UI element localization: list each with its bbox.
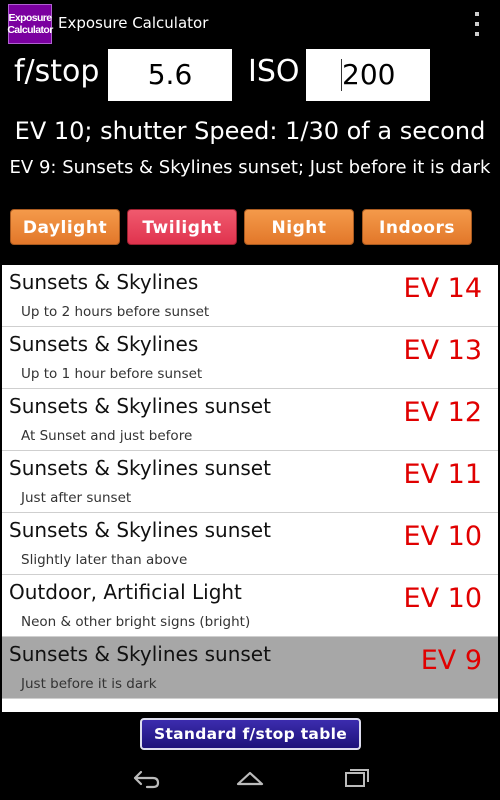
scene-title: Sunsets & Skylines sunset [9, 456, 271, 480]
scene-ev: EV 12 [403, 397, 482, 428]
scene-subtitle: Just after sunset [21, 490, 132, 506]
scene-title: Outdoor, Artificial Light [9, 580, 242, 604]
scene-ev: EV 9 [420, 645, 482, 676]
iso-value: 200 [342, 58, 396, 91]
list-item[interactable]: Sunsets & Skylines Up to 1 hour before s… [2, 327, 498, 389]
scene-subtitle: Up to 2 hours before sunset [21, 304, 210, 320]
scene-title: Sunsets & Skylines sunset [9, 394, 271, 418]
list-item[interactable]: Sunsets & Skylines sunset Slightly later… [2, 513, 498, 575]
back-icon[interactable] [125, 764, 165, 792]
overflow-dot [475, 22, 479, 26]
list-item[interactable]: Sunsets & Skylines Up to 2 hours before … [2, 265, 498, 327]
list-item-selected[interactable]: Sunsets & Skylines sunset Just before it… [2, 637, 498, 699]
app-title: Exposure Calculator [58, 14, 209, 32]
home-icon[interactable] [230, 764, 270, 792]
scene-ev: EV 10 [403, 521, 482, 552]
standard-fstop-table-button[interactable]: Standard f/stop table [140, 718, 361, 750]
app-logo-line2: Calculator [7, 24, 53, 36]
daylight-button[interactable]: Daylight [10, 209, 120, 245]
iso-label: ISO [248, 54, 300, 89]
fstop-input[interactable]: 5.6 [108, 49, 232, 101]
indoors-button[interactable]: Indoors [362, 209, 472, 245]
overflow-dot [475, 32, 479, 36]
overflow-dot [475, 12, 479, 16]
scene-subtitle: Just before it is dark [21, 676, 157, 692]
action-bar: Exposure Calculator Exposure Calculator [0, 0, 500, 48]
scene-title: Sunsets & Skylines sunset [9, 642, 271, 666]
scene-subtitle: Up to 1 hour before sunset [21, 366, 203, 382]
app-logo-icon: Exposure Calculator [7, 4, 53, 44]
scene-result-text: EV 9: Sunsets & Skylines sunset; Just be… [9, 157, 491, 178]
list-item[interactable]: Sunsets & Skylines sunset At Sunset and … [2, 389, 498, 451]
night-button[interactable]: Night [244, 209, 354, 245]
scene-ev: EV 14 [403, 273, 482, 304]
scene-subtitle: Slightly later than above [21, 552, 188, 568]
recent-apps-icon[interactable] [336, 764, 376, 792]
iso-input[interactable]: 200 [306, 49, 430, 101]
list-item[interactable]: Sunsets & Skylines sunset Just after sun… [2, 451, 498, 513]
scene-ev: EV 11 [403, 459, 482, 490]
scene-subtitle: At Sunset and just before [21, 428, 193, 444]
ev-result-text: EV 10; shutter Speed: 1/30 of a second [14, 117, 486, 145]
scene-ev: EV 10 [403, 583, 482, 614]
list-item-partial[interactable] [2, 699, 498, 712]
scene-list[interactable]: Sunsets & Skylines Up to 2 hours before … [2, 265, 498, 712]
scene-title: Sunsets & Skylines [9, 332, 199, 356]
scene-ev: EV 13 [403, 335, 482, 366]
twilight-button[interactable]: Twilight [127, 209, 237, 245]
text-caret [341, 59, 342, 91]
system-nav-bar [0, 756, 500, 800]
fstop-label: f/stop [14, 54, 100, 89]
overflow-menu-icon[interactable] [472, 12, 482, 36]
app-logo-line1: Exposure [8, 12, 52, 24]
list-item[interactable]: Outdoor, Artificial Light Neon & other b… [2, 575, 498, 637]
scene-title: Sunsets & Skylines sunset [9, 518, 271, 542]
scene-subtitle: Neon & other bright signs (bright) [21, 614, 251, 630]
scene-title: Sunsets & Skylines [9, 270, 199, 294]
